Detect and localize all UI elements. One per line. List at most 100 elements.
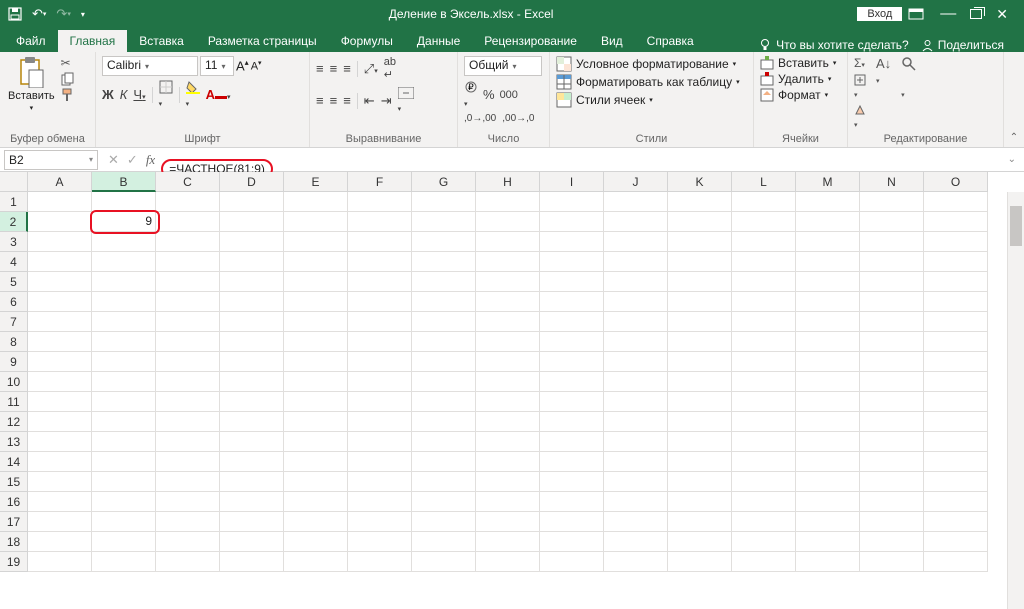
cell[interactable] [604,372,668,392]
cell[interactable] [604,432,668,452]
cell[interactable] [28,532,92,552]
cell[interactable] [732,332,796,352]
cell[interactable] [412,352,476,372]
cell[interactable] [220,452,284,472]
cell[interactable] [412,252,476,272]
cell[interactable] [476,312,540,332]
cell[interactable] [732,292,796,312]
cell[interactable] [604,452,668,472]
cell[interactable] [284,432,348,452]
cell[interactable] [220,372,284,392]
cell[interactable] [284,252,348,272]
scrollbar-thumb[interactable] [1010,206,1022,246]
row-header[interactable]: 2 [0,212,28,232]
row-header[interactable]: 18 [0,532,28,552]
clear-icon[interactable]: ▾ [854,104,866,130]
cell[interactable] [220,432,284,452]
cell[interactable] [604,412,668,432]
cell[interactable] [540,332,604,352]
cell[interactable] [540,432,604,452]
cell[interactable] [668,412,732,432]
cell[interactable] [156,312,220,332]
cell[interactable] [604,252,668,272]
cell[interactable] [92,292,156,312]
comma-icon[interactable]: 000 [500,89,518,101]
cell[interactable] [476,532,540,552]
insert-function-icon[interactable]: fx [146,152,155,168]
cell[interactable] [284,352,348,372]
row-header[interactable]: 19 [0,552,28,572]
cell[interactable] [540,452,604,472]
italic-button[interactable]: К [120,87,128,102]
cell[interactable] [732,472,796,492]
sort-filter-icon[interactable]: A↓▾ [876,56,891,86]
cell[interactable] [924,492,988,512]
cell[interactable] [156,392,220,412]
cell[interactable] [860,332,924,352]
cell[interactable] [924,312,988,332]
cell[interactable] [796,252,860,272]
cell[interactable] [860,472,924,492]
cell[interactable] [220,552,284,572]
cell[interactable] [540,232,604,252]
row-header[interactable]: 7 [0,312,28,332]
cell[interactable] [476,512,540,532]
font-color-icon[interactable]: A▾ [206,87,231,102]
cell[interactable] [924,232,988,252]
wrap-text-icon[interactable]: ab↵ [384,56,396,81]
cell[interactable] [284,472,348,492]
cell[interactable] [28,472,92,492]
cell[interactable] [92,372,156,392]
column-header[interactable]: F [348,172,412,192]
cell[interactable] [924,252,988,272]
cell[interactable] [924,272,988,292]
cell[interactable] [348,372,412,392]
row-header[interactable]: 4 [0,252,28,272]
cell[interactable] [540,472,604,492]
cell[interactable] [668,272,732,292]
cell[interactable] [156,212,220,232]
cell[interactable] [28,272,92,292]
cell[interactable] [604,512,668,532]
cell[interactable] [668,472,732,492]
share-button[interactable]: Поделиться [921,38,1004,52]
cell[interactable] [732,372,796,392]
column-header[interactable]: M [796,172,860,192]
name-box[interactable]: B2▾ [4,150,98,170]
cell[interactable] [668,232,732,252]
cell[interactable] [92,472,156,492]
minimize-icon[interactable]: — [940,6,956,23]
align-bottom-icon[interactable]: ≡ [343,61,351,76]
cell[interactable] [412,332,476,352]
cell[interactable] [412,532,476,552]
cell[interactable] [284,412,348,432]
cell[interactable] [796,552,860,572]
row-header[interactable]: 16 [0,492,28,512]
cell[interactable] [92,512,156,532]
cell[interactable] [220,252,284,272]
cell[interactable] [540,492,604,512]
cell[interactable] [796,532,860,552]
cell[interactable] [924,192,988,212]
cell[interactable] [476,372,540,392]
align-right-icon[interactable]: ≡ [343,93,351,108]
cell[interactable] [92,192,156,212]
cell[interactable] [220,352,284,372]
cell[interactable] [220,512,284,532]
cell[interactable] [732,232,796,252]
cell[interactable] [604,332,668,352]
cell[interactable] [412,472,476,492]
cell[interactable] [732,252,796,272]
cell[interactable] [668,312,732,332]
cell[interactable] [860,232,924,252]
select-all-corner[interactable] [0,172,28,192]
cell[interactable] [924,292,988,312]
cell[interactable] [668,252,732,272]
cell[interactable] [668,492,732,512]
cell[interactable] [668,392,732,412]
cell[interactable] [732,312,796,332]
cell[interactable] [476,552,540,572]
cell[interactable] [412,552,476,572]
cell[interactable] [732,432,796,452]
cell[interactable] [860,552,924,572]
